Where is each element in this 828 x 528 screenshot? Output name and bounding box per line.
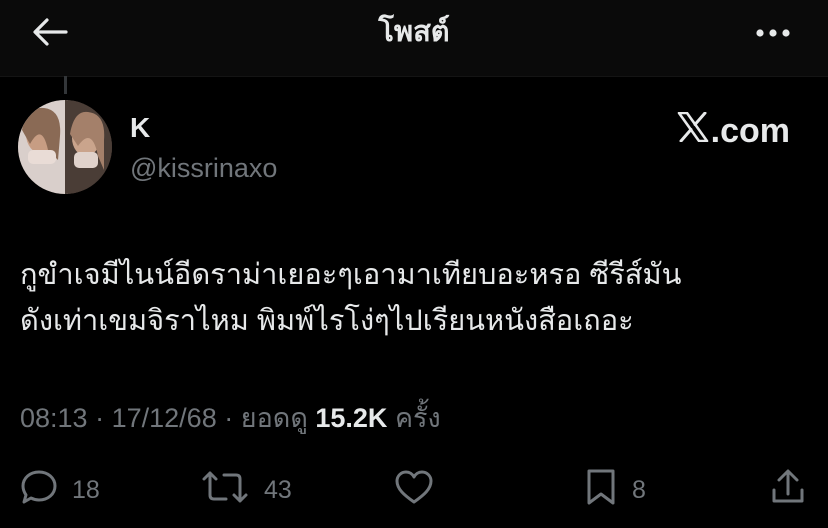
views-count[interactable]: 15.2K [315,403,387,433]
post-text-line: กูขำเจมีไนน์อีดราม่าเยอะๆเอามาเทียบอะหรอ… [20,259,682,291]
post-meta: 08:13 · 17/12/68 · ยอดดู 15.2K ครั้ง [20,400,441,436]
meta-separator: · [224,403,234,433]
repost-count: 43 [264,475,292,504]
post-time[interactable]: 08:13 [20,403,88,433]
post-date[interactable]: 17/12/68 [112,403,217,433]
thread-connector-line [64,76,67,94]
bookmark-button[interactable]: 8 [584,466,646,514]
like-button[interactable] [394,466,434,514]
action-bar: 18 43 8 [0,466,828,514]
heart-icon [394,469,434,512]
brand-label: .com [710,111,790,150]
views-suffix: ครั้ง [394,403,441,433]
author-handle[interactable]: @kissrinaxo [130,152,277,184]
x-logo-icon [677,111,711,149]
bookmark-icon [584,468,618,513]
repost-button[interactable]: 43 [200,466,292,514]
author-display-name[interactable]: K [130,112,150,144]
reply-button[interactable]: 18 [20,466,100,514]
repost-icon [200,469,250,512]
more-horizontal-icon [755,25,791,43]
share-button[interactable] [770,466,806,514]
views-label: ยอดดู [240,403,308,433]
reply-icon [20,469,58,512]
page-title: โพสต์ [378,16,450,48]
x-brand-watermark: .com [677,111,790,150]
bookmark-count: 8 [632,475,646,504]
top-bar: โพสต์ [0,0,828,77]
more-options-button[interactable] [748,16,798,52]
reply-count: 18 [72,475,100,504]
share-icon [770,468,806,513]
post-text-line: ดังเท่าเขมจิราไหม พิมพ์ไรโง่ๆไปเรียนหนัง… [20,305,634,337]
post-text: กูขำเจมีไนน์อีดราม่าเยอะๆเอามาเทียบอะหรอ… [20,252,810,344]
meta-separator: · [95,403,105,433]
avatar[interactable] [18,100,112,194]
